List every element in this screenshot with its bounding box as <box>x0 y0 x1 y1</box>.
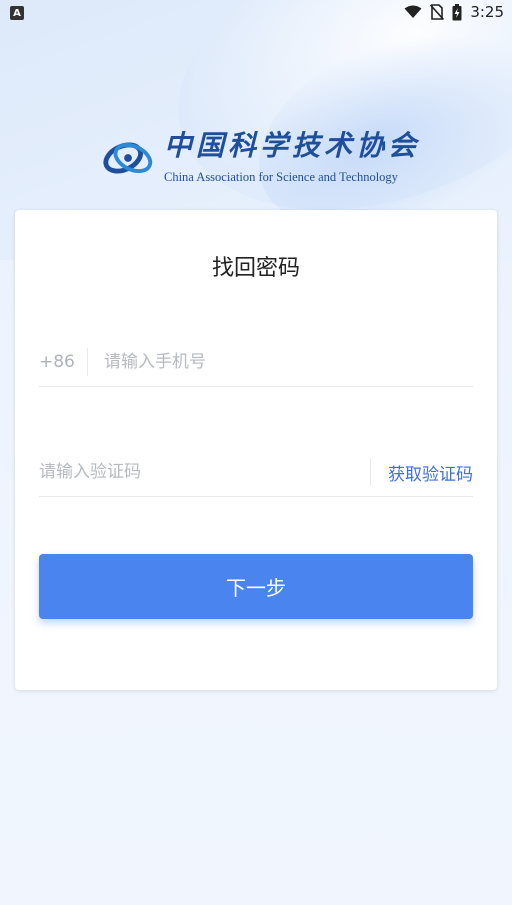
get-code-button[interactable]: 获取验证码 <box>388 460 473 485</box>
reset-password-card: 找回密码 +86 获取验证码 下一步 <box>15 210 497 690</box>
no-sim-icon <box>430 4 445 20</box>
cast-logo: 中国科学技术协会 China Association for Science a… <box>100 128 420 192</box>
phone-input[interactable] <box>104 352 473 372</box>
divider <box>370 458 371 486</box>
page-title: 找回密码 <box>211 256 300 281</box>
code-field-row: 获取验证码 <box>39 448 473 497</box>
cast-emblem-icon <box>103 142 153 174</box>
wifi-icon <box>404 5 422 18</box>
next-button[interactable]: 下一步 <box>39 554 473 619</box>
status-bar: A 3:25 <box>0 0 512 24</box>
clock: 3:25 <box>470 3 504 21</box>
divider <box>87 348 88 376</box>
battery-charging-icon <box>452 3 462 20</box>
logo-english-name: China Association for Science and Techno… <box>164 170 398 184</box>
app-notification-icon: A <box>10 6 24 21</box>
phone-field-row: +86 <box>39 338 473 387</box>
verification-code-input[interactable] <box>39 462 362 482</box>
logo-chinese-name: 中国科学技术协会 <box>164 129 421 162</box>
country-code[interactable]: +86 <box>39 352 87 372</box>
